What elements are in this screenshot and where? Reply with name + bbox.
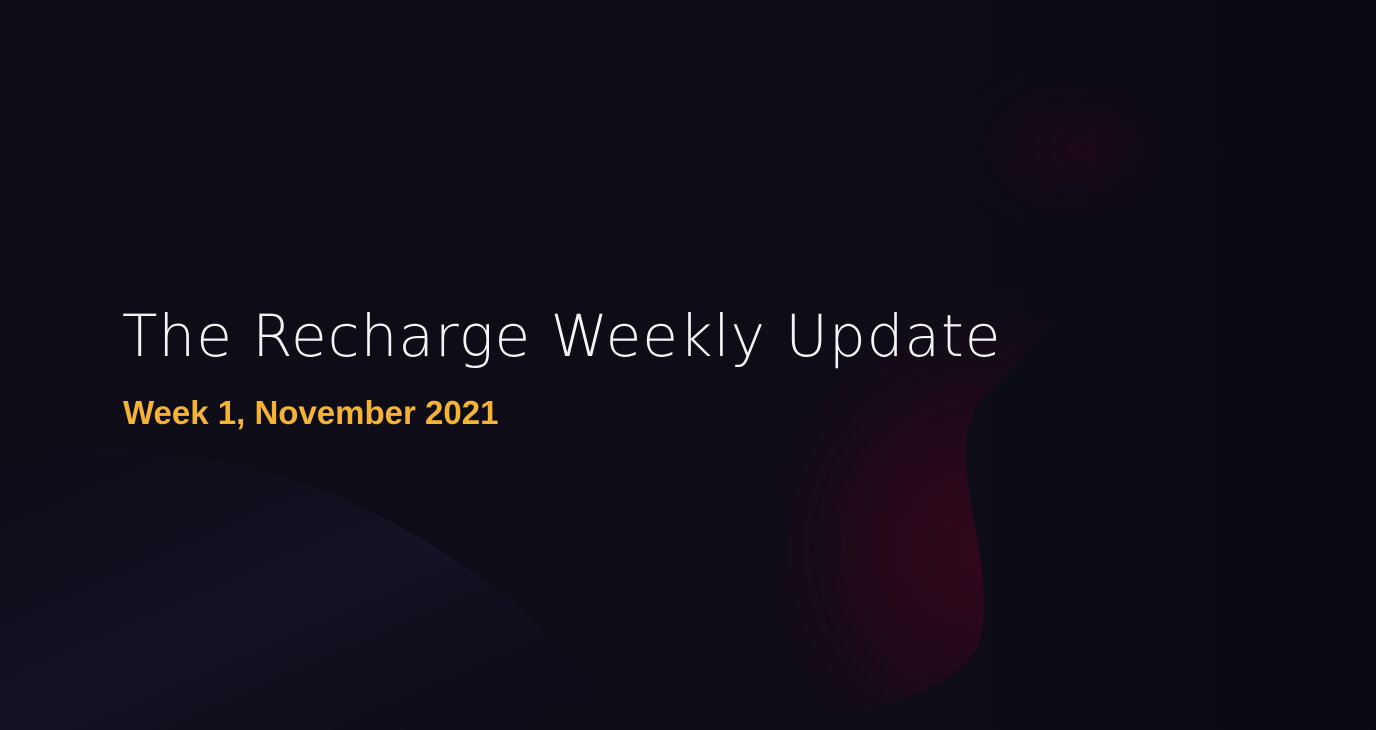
hero-banner: The Recharge Weekly Update Week 1, Novem…: [0, 0, 1376, 730]
banner-subtitle: Week 1, November 2021: [123, 394, 499, 431]
banner-title: The Recharge Weekly Update: [122, 302, 1002, 370]
